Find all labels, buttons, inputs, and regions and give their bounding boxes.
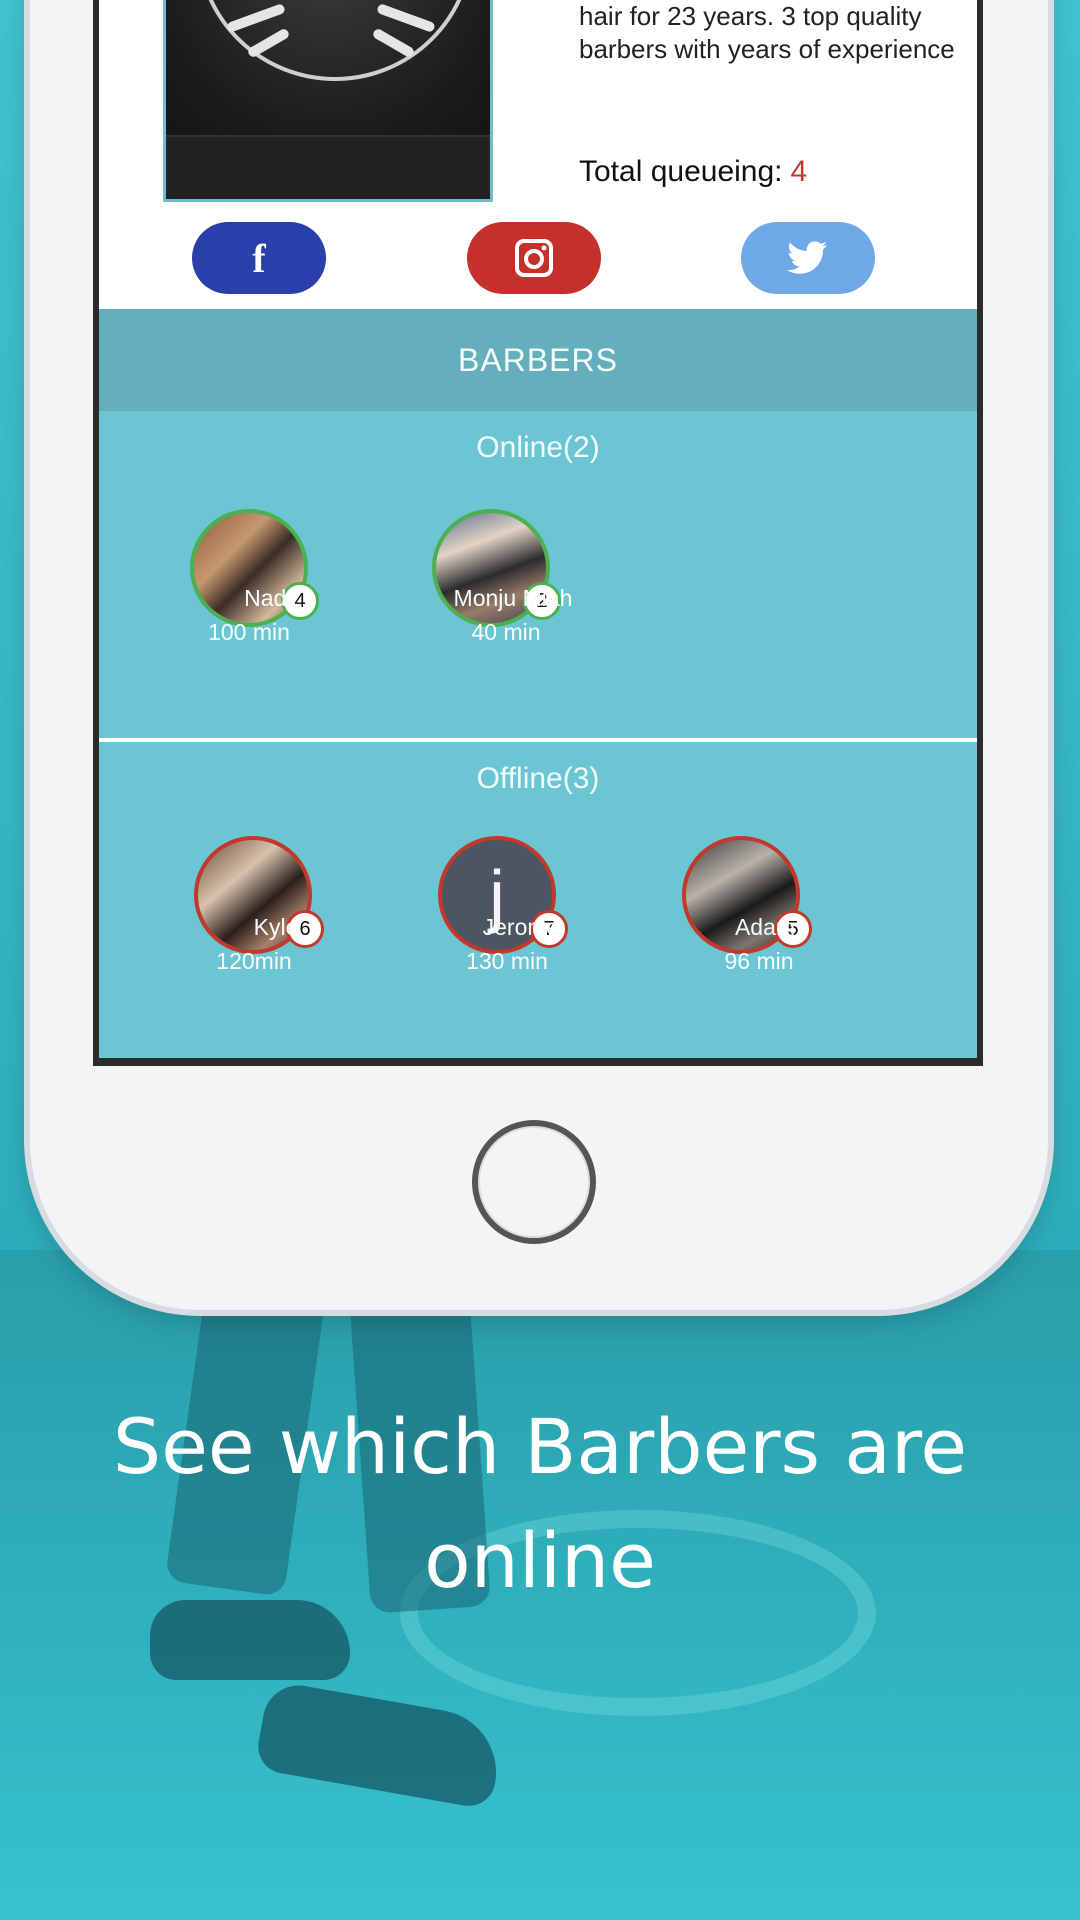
- phone-screen: hair for 23 years. 3 top quality barbers…: [93, 0, 983, 1066]
- facebook-button[interactable]: f: [192, 222, 326, 294]
- queue-label: Total queueing:: [579, 155, 783, 188]
- online-section: Online(2) 4 Nadz 100 min 2 Monju Miah 40…: [99, 411, 977, 738]
- barber-name: Monju Miah: [453, 585, 573, 611]
- barber-wait: 40 min: [471, 619, 541, 645]
- caption-line-2: online: [424, 1516, 656, 1605]
- shop-description: hair for 23 years. 3 top quality barbers…: [579, 1, 955, 64]
- total-queueing: Total queueing: 4: [579, 155, 807, 189]
- twitter-button[interactable]: [741, 222, 875, 294]
- shop-image: [163, 0, 493, 202]
- barber-name: Nadz: [244, 585, 298, 611]
- barber-wait: 130 min: [466, 948, 548, 974]
- offline-title: Offline(3): [476, 762, 600, 795]
- app-content: hair for 23 years. 3 top quality barbers…: [99, 0, 977, 1058]
- facebook-icon: f: [252, 235, 266, 281]
- online-title: Online(2): [476, 431, 600, 464]
- caption-line-1: See which Barbers are: [112, 1402, 968, 1491]
- offline-section: Offline(3) 6 Kyle 120min j 7 Jerome 130 …: [99, 742, 977, 1058]
- barber-wait: 96 min: [724, 948, 794, 974]
- marketing-caption: See which Barbers are online: [0, 1390, 1080, 1618]
- queue-count: 4: [790, 155, 808, 188]
- barber-name: Adam: [734, 914, 796, 940]
- instagram-icon: [515, 239, 553, 277]
- barber-wait: 120min: [216, 948, 292, 974]
- barber-wait: 100 min: [208, 619, 290, 645]
- barber-name: Kyle: [253, 914, 299, 940]
- home-button[interactable]: [472, 1120, 596, 1244]
- instagram-button[interactable]: [467, 222, 601, 294]
- phone-frame: hair for 23 years. 3 top quality barbers…: [30, 0, 1048, 1310]
- barber-name: Jerome: [482, 914, 560, 940]
- barbers-header: BARBERS: [99, 309, 977, 411]
- twitter-icon: [787, 241, 828, 274]
